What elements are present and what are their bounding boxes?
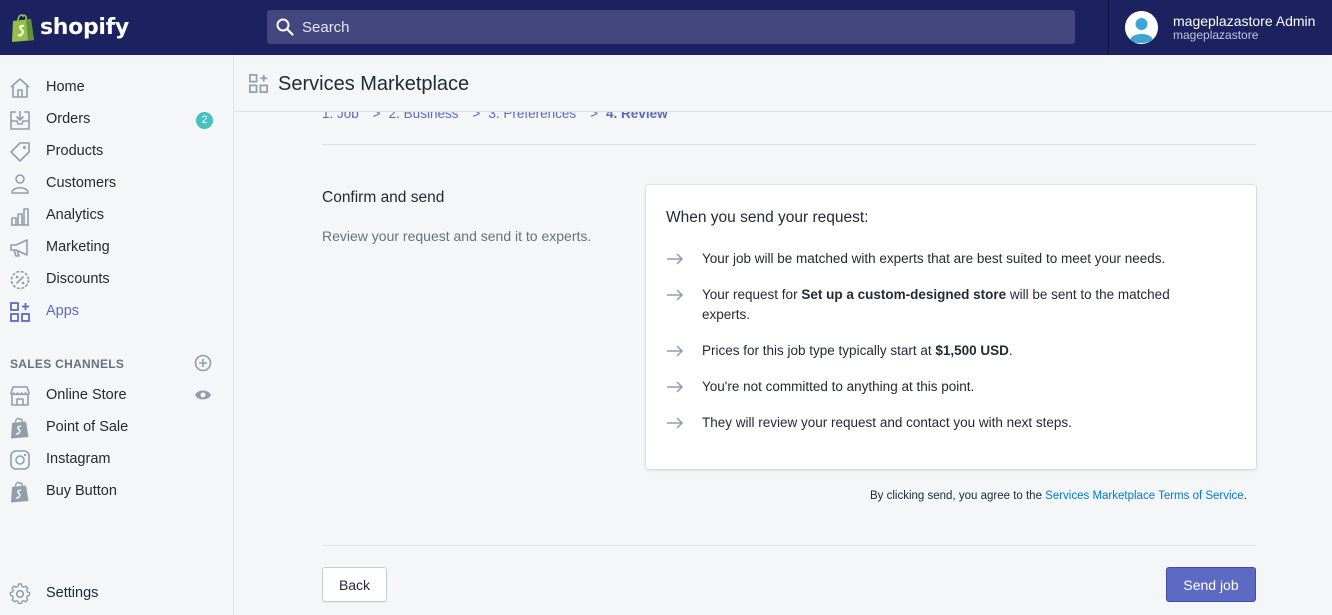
discount-icon: [10, 270, 30, 290]
home-icon: [10, 78, 30, 98]
tag-icon: [10, 142, 30, 162]
list-item: You're not committed to anything at this…: [666, 377, 1226, 397]
list-item: They will review your request and contac…: [666, 413, 1226, 433]
avatar: [1125, 11, 1158, 44]
sidebar-item-label: Online Store: [46, 387, 127, 403]
list-item-text: Your request for: [702, 287, 802, 302]
arrow-right-icon: [667, 417, 684, 429]
brand-name: shopify: [40, 15, 129, 40]
main-content: Services Marketplace 1. Job >2. Business >…: [234, 55, 1332, 615]
sales-channels-heading: SALES CHANNELS: [10, 357, 125, 371]
sidebar-item-label: Apps: [46, 303, 80, 319]
section-heading: Confirm and send: [322, 189, 445, 206]
sidebar-item-label: Products: [46, 143, 104, 159]
price: $1,500 USD: [935, 343, 1009, 358]
terms-of-service-link[interactable]: Services Marketplace Terms of Service: [1045, 490, 1244, 502]
store-icon: [10, 386, 30, 406]
instagram-icon: [10, 450, 30, 470]
sidebar-item-label: Customers: [46, 175, 117, 191]
terms-notice: By clicking send, you agree to the Servi…: [870, 490, 1247, 502]
sidebar-item-discounts[interactable]: Discounts: [0, 263, 233, 295]
back-button[interactable]: Back: [322, 567, 387, 602]
add-sales-channel-icon[interactable]: [194, 354, 212, 372]
sidebar-item-online-store[interactable]: Online Store: [0, 379, 233, 411]
divider: [322, 144, 1256, 145]
sidebar-item-orders[interactable]: Orders 2: [0, 103, 233, 135]
sidebar-item-buy-button[interactable]: Buy Button: [0, 475, 233, 507]
arrow-right-icon: [667, 253, 684, 265]
list-item-text: They will review your request and contac…: [702, 415, 1072, 430]
list-item: Your job will be matched with experts th…: [666, 249, 1226, 269]
sidebar-item-label: Marketing: [46, 239, 110, 255]
megaphone-icon: [10, 239, 28, 257]
sidebar-item-marketing[interactable]: Marketing: [0, 231, 233, 263]
terms-prefix: By clicking send, you agree to the: [870, 490, 1046, 502]
shopify-bag-icon: [12, 13, 34, 42]
orders-icon: [10, 111, 30, 130]
divider: [322, 545, 1256, 546]
list-item: Prices for this job type typically start…: [666, 341, 1226, 361]
sidebar-item-products[interactable]: Products: [0, 135, 233, 167]
sidebar-item-settings[interactable]: Settings: [0, 577, 233, 609]
user-name: mageplazastore Admin: [1173, 12, 1316, 29]
job-title: Set up a custom-designed store: [801, 287, 1007, 302]
request-info-card: When you send your request: Your job wil…: [646, 185, 1256, 469]
list-item-text: You're not committed to anything at this…: [702, 379, 975, 394]
sidebar-item-point-of-sale[interactable]: Point of Sale: [0, 411, 233, 443]
search-bar[interactable]: [267, 10, 1075, 44]
sidebar-item-customers[interactable]: Customers: [0, 167, 233, 199]
arrow-right-icon: [667, 345, 684, 357]
list-item-text: Your job will be matched with experts th…: [702, 251, 1166, 266]
sidebar-item-label: Settings: [46, 585, 99, 601]
shopify-bag-icon: [11, 481, 29, 503]
send-job-button[interactable]: Send job: [1166, 567, 1256, 602]
gear-icon: [9, 583, 31, 605]
sidebar-item-instagram[interactable]: Instagram: [0, 443, 233, 475]
page-header: Services Marketplace: [234, 55, 1332, 112]
terms-suffix: .: [1243, 490, 1247, 502]
shopify-bag-icon: [11, 417, 29, 439]
sidebar-item-label: Analytics: [46, 207, 105, 223]
sidebar-item-label: Point of Sale: [46, 419, 129, 435]
card-title: When you send your request:: [666, 209, 869, 226]
orders-count-badge: 2: [196, 112, 213, 129]
user-menu[interactable]: mageplazastore Admin mageplazastore: [1108, 0, 1332, 55]
section-description: Review your request and send it to exper…: [322, 228, 592, 244]
apps-icon: [249, 74, 268, 93]
search-icon: [276, 18, 294, 36]
eye-icon[interactable]: [194, 388, 212, 402]
search-area: [234, 0, 1109, 55]
list-item-text: Prices for this job type typically start…: [702, 343, 936, 358]
arrow-right-icon: [667, 381, 684, 393]
arrow-right-icon: [667, 289, 684, 301]
list-item: Your request for Set up a custom-designe…: [666, 285, 1226, 325]
sidebar-item-label: Orders: [46, 111, 91, 127]
top-bar: shopify mageplazastore Admin mageplazast…: [0, 0, 1332, 55]
sidebar-item-label: Discounts: [46, 271, 110, 287]
sidebar-item-label: Home: [46, 79, 85, 95]
page-title: Services Marketplace: [278, 73, 470, 95]
sidebar-item-analytics[interactable]: Analytics: [0, 199, 233, 231]
sidebar-item-apps[interactable]: Apps: [0, 295, 233, 327]
sidebar: Home Orders 2 Products Customers Analyti…: [0, 55, 234, 615]
apps-icon: [10, 302, 30, 322]
person-icon: [11, 174, 29, 194]
sidebar-item-home[interactable]: Home: [0, 71, 233, 103]
search-input[interactable]: [302, 18, 1002, 36]
user-store: mageplazastore: [1173, 27, 1259, 42]
shopify-logo[interactable]: shopify: [0, 0, 234, 55]
user-avatar-icon: [1125, 11, 1158, 44]
sidebar-item-label: Buy Button: [46, 483, 117, 499]
list-item-text: .: [1008, 343, 1013, 358]
bar-chart-icon: [11, 208, 29, 226]
sidebar-item-label: Instagram: [46, 451, 111, 467]
